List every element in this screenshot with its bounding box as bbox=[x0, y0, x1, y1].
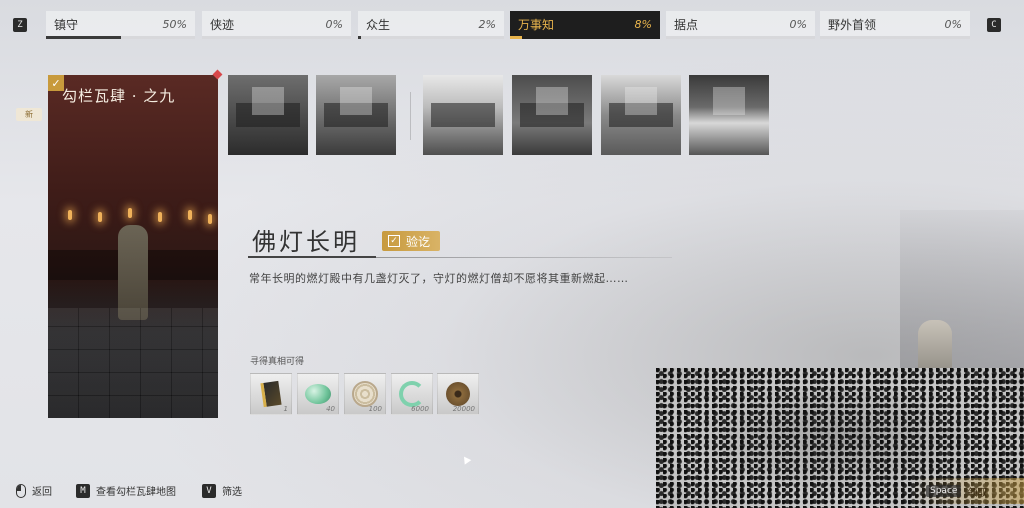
filter-hint[interactable]: V 筛选 bbox=[202, 483, 242, 498]
reward-swirl[interactable]: 6000 bbox=[391, 373, 433, 415]
claim-key: Space bbox=[926, 485, 962, 497]
map-hint[interactable]: M 查看勾栏瓦肆地图 bbox=[76, 483, 176, 498]
tab-label: 众生 bbox=[366, 17, 391, 32]
tab-yewai-shouling[interactable]: 野外首领 0% bbox=[820, 11, 970, 39]
tab-percent: 0% bbox=[944, 17, 962, 31]
tab-percent: 8% bbox=[634, 17, 652, 31]
map-key: M bbox=[76, 483, 90, 498]
tab-percent: 0% bbox=[325, 17, 343, 31]
bronze-coin-icon bbox=[446, 382, 470, 406]
reward-bronze-coin[interactable]: 20000 bbox=[437, 373, 479, 415]
tab-label: 镇守 bbox=[54, 17, 79, 32]
tab-progress-bar bbox=[510, 36, 522, 39]
tab-judian[interactable]: 据点 0% bbox=[666, 11, 815, 39]
reward-count: 100 bbox=[368, 405, 382, 413]
new-tag: 新 bbox=[16, 108, 42, 121]
tab-progress-track bbox=[202, 36, 351, 39]
reward-count: 6000 bbox=[411, 405, 429, 413]
tab-percent: 0% bbox=[789, 17, 807, 31]
thumbnail-3[interactable] bbox=[423, 75, 503, 155]
card-title: 勾栏瓦肆 · 之九 bbox=[62, 87, 176, 105]
tab-label: 据点 bbox=[674, 17, 699, 32]
claim-label: 领取 bbox=[967, 487, 988, 499]
status-label: 验讫 bbox=[406, 234, 431, 249]
reward-count: 40 bbox=[326, 405, 335, 413]
description: 常年长明的燃灯殿中有几盏灯灭了，守灯的燃灯僧却不愿将其重新燃起…… bbox=[249, 272, 629, 285]
tab-wanshizhi[interactable]: 万事知 8% bbox=[510, 11, 660, 39]
tab-zhenshou[interactable]: 镇守 50% bbox=[46, 11, 195, 39]
thumbnail-4[interactable] bbox=[512, 75, 592, 155]
reward-count: 20000 bbox=[452, 405, 475, 413]
tab-label: 侠迹 bbox=[210, 17, 235, 32]
selected-card[interactable]: ✓ 勾栏瓦肆 · 之九 bbox=[48, 75, 218, 418]
jade-icon bbox=[305, 384, 331, 404]
reward-count: 1 bbox=[283, 405, 288, 413]
tab-progress-track bbox=[820, 36, 970, 39]
thumbnail-1[interactable] bbox=[228, 75, 308, 155]
monk-figure bbox=[118, 225, 148, 320]
tab-progress-bar bbox=[46, 36, 121, 39]
status-badge: ✓ 验讫 bbox=[382, 231, 440, 251]
title-underline bbox=[248, 256, 376, 258]
claim-button[interactable]: Space 领取 bbox=[910, 478, 1024, 504]
rewards-label: 寻得真相可得 bbox=[250, 357, 305, 367]
check-icon: ✓ bbox=[388, 235, 400, 247]
book-icon bbox=[260, 380, 282, 408]
tab-percent: 50% bbox=[162, 17, 187, 31]
filter-key: V bbox=[202, 483, 216, 498]
cursor-icon bbox=[460, 454, 472, 465]
page-title: 佛灯长明 bbox=[252, 228, 360, 256]
tab-progress-bar bbox=[358, 36, 361, 39]
stone-floor bbox=[48, 308, 218, 418]
mouse-icon bbox=[16, 483, 26, 498]
back-label: 返回 bbox=[32, 487, 52, 498]
swirl-icon bbox=[399, 381, 425, 407]
thumbnail-2[interactable] bbox=[316, 75, 396, 155]
map-label: 查看勾栏瓦肆地图 bbox=[96, 487, 176, 498]
reward-book[interactable]: 1 bbox=[250, 373, 292, 415]
tab-progress-track bbox=[358, 36, 504, 39]
tab-label: 万事知 bbox=[518, 17, 555, 32]
prev-tab-key[interactable]: Z bbox=[13, 18, 27, 32]
coin-icon bbox=[352, 381, 378, 407]
reward-jade[interactable]: 40 bbox=[297, 373, 339, 415]
back-hint[interactable]: 返回 bbox=[16, 483, 52, 498]
reward-coin[interactable]: 100 bbox=[344, 373, 386, 415]
thumbnail-divider bbox=[410, 92, 411, 140]
thumbnail-6[interactable] bbox=[689, 75, 769, 155]
tab-xiaji[interactable]: 侠迹 0% bbox=[202, 11, 351, 39]
tab-label: 野外首领 bbox=[828, 17, 877, 32]
next-tab-key[interactable]: C bbox=[987, 18, 1001, 32]
filter-label: 筛选 bbox=[222, 487, 242, 498]
tab-zhongsheng[interactable]: 众生 2% bbox=[358, 11, 504, 39]
tab-progress-track bbox=[666, 36, 815, 39]
tab-percent: 2% bbox=[478, 17, 496, 31]
thumbnail-5[interactable] bbox=[601, 75, 681, 155]
